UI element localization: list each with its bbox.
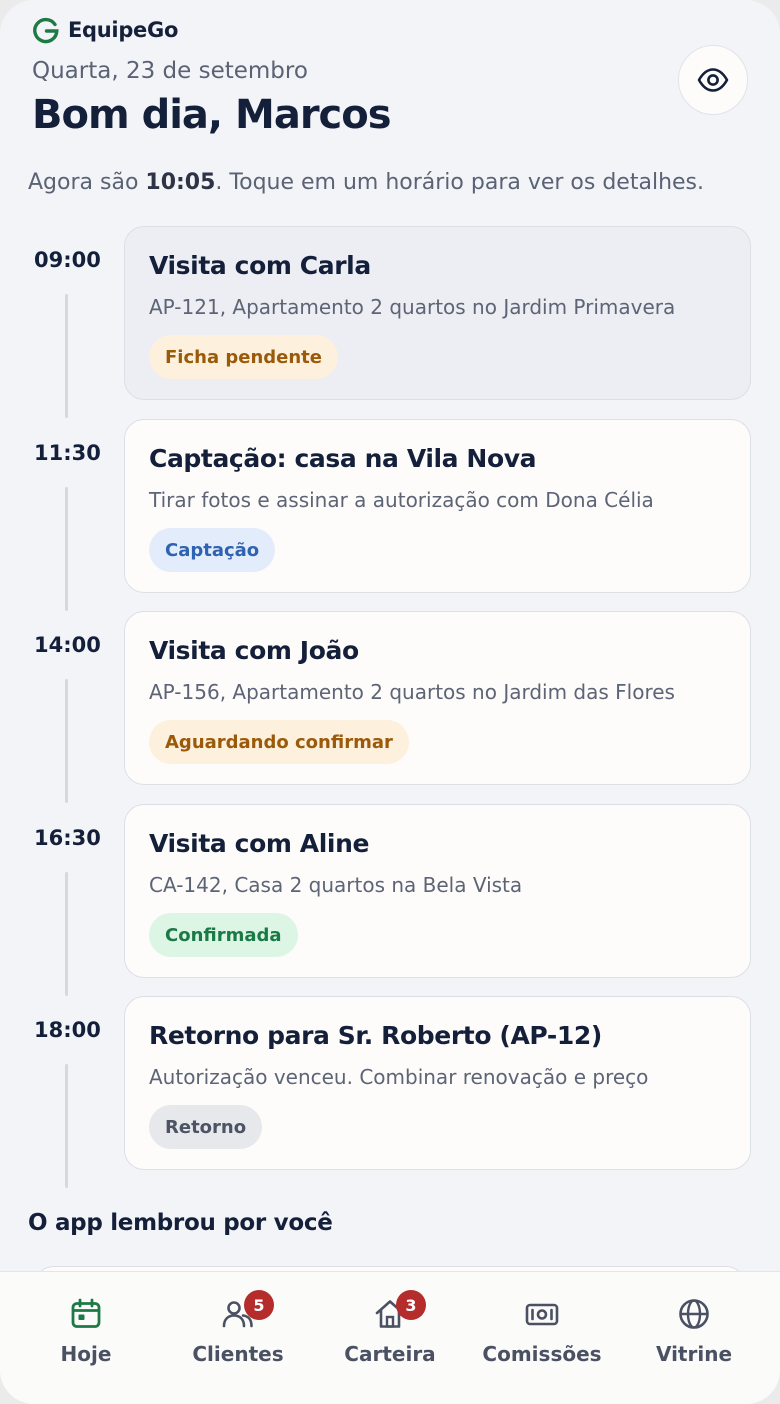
nav-label: Vitrine	[655, 1342, 733, 1366]
schedule-card[interactable]: Visita com João AP-156, Apartamento 2 qua…	[124, 611, 751, 785]
app-screen: EquipeGo Quarta, 23 de setembro Bom dia,…	[0, 0, 780, 1404]
nav-label: Comissões	[482, 1342, 602, 1366]
status-badge: Confirmada	[149, 913, 298, 957]
status-badge: Captação	[149, 528, 276, 572]
nav-item-hoje[interactable]: Hoje	[10, 1272, 162, 1404]
nav-item-vitrine[interactable]: Vitrine	[618, 1272, 770, 1404]
money-icon	[524, 1296, 560, 1332]
schedule-card-title: Visita com Carla	[149, 251, 371, 280]
privacy-toggle-button[interactable]	[678, 45, 748, 115]
schedule-card-subtitle: AP-121, Apartamento 2 quartos no Jardim …	[149, 295, 676, 319]
schedule-card[interactable]: Captação: casa na Vila Nova Tirar fotos e…	[124, 419, 751, 593]
timeline-connector	[65, 679, 68, 803]
bottom-navigation: Hoje 5 Clientes 3 Carteira Comissões Vit…	[0, 1271, 780, 1404]
schedule-time: 09:00	[34, 248, 101, 272]
status-badge: Ficha pendente	[149, 335, 338, 379]
nav-label: Clientes	[192, 1342, 284, 1366]
schedule-time: 18:00	[34, 1018, 101, 1042]
brand-logo: EquipeGo	[32, 16, 178, 44]
nav-item-comissoes[interactable]: Comissões	[466, 1272, 618, 1404]
brand-name: EquipeGo	[68, 18, 179, 42]
schedule-card-title: Visita com João	[149, 636, 359, 665]
page-title: Bom dia, Marcos	[32, 92, 392, 138]
schedule-time: 16:30	[34, 826, 101, 850]
nav-item-carteira[interactable]: 3 Carteira	[314, 1272, 466, 1404]
calendar-icon	[68, 1296, 104, 1332]
status-badge: Aguardando confirmar	[149, 720, 409, 764]
schedule-card-subtitle: AP-156, Apartamento 2 quartos no Jardim …	[149, 680, 675, 704]
timeline-connector	[65, 1064, 68, 1188]
schedule-card[interactable]: Visita com Aline CA-142, Casa 2 quartos n…	[124, 804, 751, 978]
timeline-connector	[65, 294, 68, 418]
current-time-hint: Agora são 10:05. Toque em um horário par…	[28, 170, 704, 195]
clientes-badge: 5	[244, 1290, 274, 1320]
schedule-card-subtitle: CA-142, Casa 2 quartos na Bela Vista	[149, 873, 523, 897]
schedule-card[interactable]: Visita com Carla AP-121, Apartamento 2 qu…	[124, 226, 751, 400]
eye-icon	[697, 68, 729, 92]
schedule-time: 14:00	[34, 633, 101, 657]
schedule-card-subtitle: Tirar fotos e assinar a autorização com …	[149, 488, 654, 512]
schedule-card[interactable]: Retorno para Sr. Roberto (AP-12) Autoriza…	[124, 996, 751, 1170]
nav-item-clientes[interactable]: 5 Clientes	[162, 1272, 314, 1404]
current-date: Quarta, 23 de setembro	[32, 58, 308, 84]
schedule-time: 11:30	[34, 441, 101, 465]
schedule-card-title: Captação: casa na Vila Nova	[149, 444, 537, 473]
timeline-connector	[65, 872, 68, 996]
timeline-connector	[65, 487, 68, 611]
globe-icon	[676, 1296, 712, 1332]
now-time: 10:05	[145, 170, 216, 195]
status-badge: Retorno	[149, 1105, 263, 1149]
now-suffix: . Toque em um horário para ver os detalh…	[215, 170, 704, 195]
carteira-badge: 3	[396, 1290, 426, 1320]
schedule-card-title: Retorno para Sr. Roberto (AP-12)	[149, 1021, 602, 1050]
reminders-title: O app lembrou por você	[28, 1210, 333, 1236]
nav-label: Hoje	[60, 1342, 112, 1366]
now-prefix: Agora são	[28, 170, 146, 195]
schedule-card-title: Visita com Aline	[149, 829, 370, 858]
schedule-card-subtitle: Autorização venceu. Combinar renovação e…	[149, 1065, 649, 1089]
nav-label: Carteira	[344, 1342, 436, 1366]
brand-g-icon	[33, 17, 59, 44]
